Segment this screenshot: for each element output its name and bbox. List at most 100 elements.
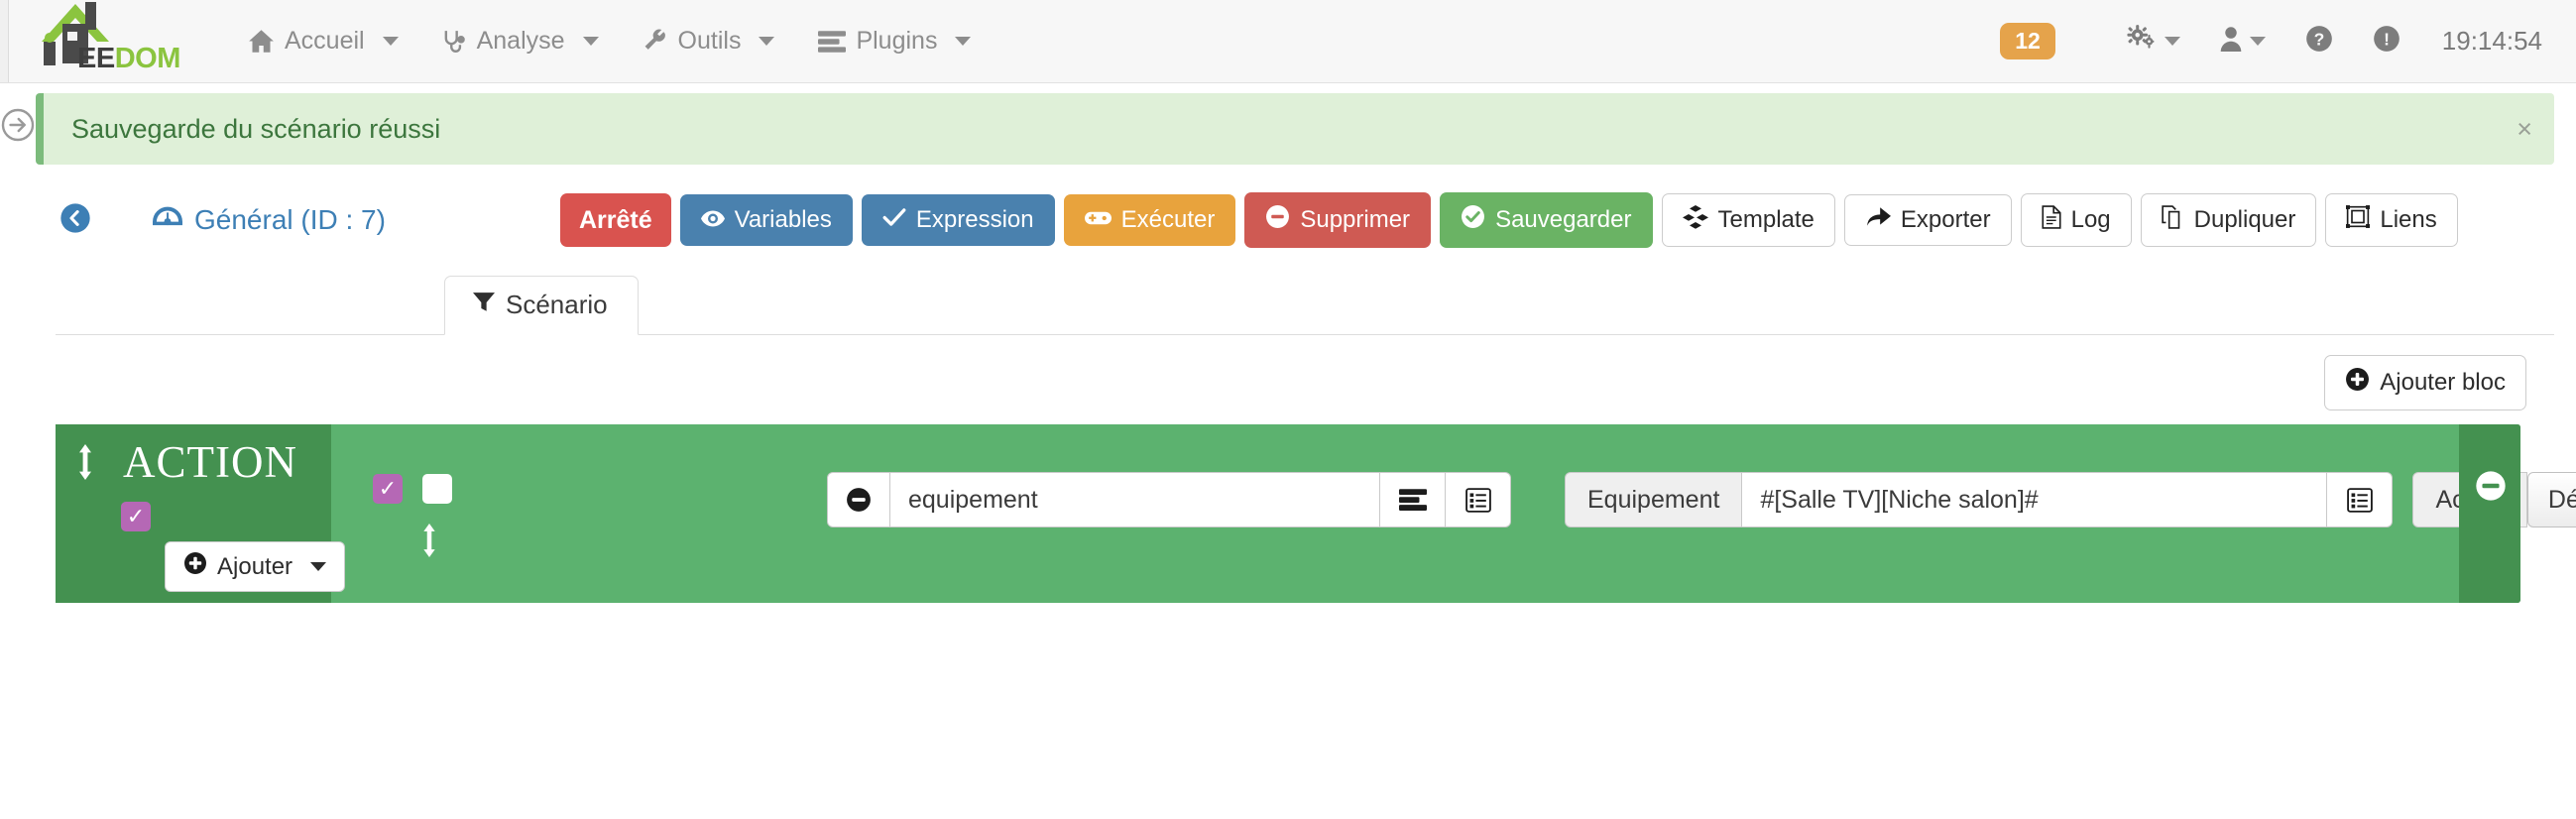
action-block-title: ACTION [123, 437, 297, 487]
add-block-row: Ajouter bloc [0, 335, 2576, 412]
expression-button[interactable]: Expression [861, 194, 1055, 246]
svg-text:?: ? [2313, 29, 2324, 49]
links-label: Liens [2380, 206, 2437, 234]
delete-button[interactable]: Supprimer [1244, 192, 1432, 248]
alert-region: Sauvegarde du scénario réussi × [0, 83, 2576, 173]
brand-wordmark: EEDOM [77, 43, 180, 75]
eye-icon [700, 206, 725, 234]
info-button[interactable]: ! [2353, 25, 2420, 58]
server-icon [818, 30, 847, 54]
action-block-enabled-checkbox[interactable]: ✓ [121, 502, 151, 531]
nav-label-outils: Outils [677, 27, 742, 55]
wrench-icon [643, 29, 668, 54]
left-edge-strip [0, 0, 9, 82]
scenario-state-badge[interactable]: Arrêté [559, 192, 671, 248]
log-button[interactable]: Log [2020, 192, 2132, 248]
clock-display: 19:14:54 [2441, 25, 2542, 56]
action-select-wrapper: Désactiver [2526, 472, 2576, 527]
action-name-input[interactable]: equipement [890, 472, 1380, 527]
equipement-input-group: Equipement #[Salle TV][Niche salon]# [1565, 472, 2394, 527]
user-icon [2220, 26, 2242, 57]
variables-button[interactable]: Variables [679, 194, 853, 246]
chevron-down-icon [2249, 36, 2266, 46]
gamepad-icon [1084, 206, 1112, 234]
nav-label-plugins: Plugins [856, 27, 938, 55]
nav-item-plugins[interactable]: Plugins [796, 17, 993, 65]
save-label: Sauvegarder [1495, 206, 1632, 234]
chevron-down-icon [310, 562, 327, 571]
action-row-enabled-checkbox[interactable]: ✓ [373, 474, 403, 504]
action-block-add-label: Ajouter [217, 552, 293, 580]
copy-icon [2161, 204, 2184, 236]
action-name-list-button[interactable] [1446, 472, 1511, 527]
scenario-blocks-area: ACTION ✓ Ajouter ✓ equipement Equipement… [56, 424, 2576, 603]
object-group-icon [2346, 205, 2371, 235]
scenario-toolbar: Général (ID : 7) Arrêté Variables Expres… [0, 173, 2576, 268]
close-icon[interactable]: × [2517, 114, 2554, 145]
action-row-secondary-checkbox[interactable] [422, 474, 452, 504]
action-block-body: ✓ equipement Equipement #[Salle TV][Nich… [331, 424, 2576, 603]
brand-dom: DOM [114, 42, 181, 74]
toolbar-buttons: Arrêté Variables Expression Exécuter Sup… [559, 192, 2458, 248]
action-select[interactable]: Désactiver [2526, 472, 2576, 527]
chevron-down-icon [955, 37, 972, 46]
nav-label-analyse: Analyse [476, 27, 565, 55]
action-row-checkboxes: ✓ [373, 474, 452, 504]
help-button[interactable]: ? [2285, 25, 2353, 58]
equipement-label: Equipement [1565, 472, 1743, 527]
vertical-drag-handle-icon[interactable] [75, 444, 95, 485]
check-icon [882, 206, 906, 234]
remove-action-icon[interactable] [827, 472, 890, 527]
gears-icon [2127, 25, 2157, 58]
remove-action-row-icon[interactable] [2475, 470, 2507, 507]
variables-label: Variables [734, 206, 832, 234]
cubes-icon [1682, 204, 1708, 236]
main-menu: Accueil Analyse Outils Plugins [226, 17, 993, 65]
user-menu[interactable] [2200, 26, 2285, 57]
tab-scenario-label: Scénario [506, 290, 608, 319]
brand-logo[interactable]: EEDOM [20, 0, 198, 83]
action-name-field: equipement [827, 472, 1511, 527]
nav-item-analyse[interactable]: Analyse [420, 17, 621, 65]
svg-text:!: ! [2384, 29, 2390, 49]
chevron-down-icon [382, 37, 399, 46]
action-block-add-button[interactable]: Ajouter [165, 541, 346, 592]
equipement-value-input[interactable]: #[Salle TV][Niche salon]# [1742, 472, 2328, 527]
action-parameters-row: Equipement #[Salle TV][Niche salon]# Act… [1565, 472, 2576, 527]
question-circle-icon: ? [2305, 25, 2333, 58]
log-label: Log [2070, 206, 2111, 234]
execute-button[interactable]: Exécuter [1063, 194, 1236, 246]
action-row-drag-handle-icon[interactable] [420, 524, 438, 562]
brand-ee: EE [77, 42, 115, 74]
duplicate-button[interactable]: Dupliquer [2140, 192, 2317, 248]
export-button[interactable]: Exporter [1843, 193, 2012, 247]
action-block: ACTION ✓ Ajouter ✓ equipement Equipement… [56, 424, 2576, 603]
top-navbar: EEDOM Accueil Analyse Outils Plugins 12 … [0, 0, 2576, 83]
links-button[interactable]: Liens [2325, 193, 2458, 247]
share-icon [1865, 206, 1891, 235]
tab-scenario[interactable]: Scénario [444, 276, 639, 335]
delete-label: Supprimer [1300, 206, 1411, 234]
add-block-label: Ajouter bloc [2380, 369, 2506, 397]
arrow-circle-right-icon[interactable] [0, 107, 36, 143]
template-button[interactable]: Template [1661, 192, 1835, 248]
chevron-down-icon [759, 37, 775, 46]
plus-circle-icon [183, 551, 207, 582]
arrow-circle-left-icon[interactable] [59, 202, 91, 239]
equipement-picker-button[interactable] [2327, 472, 2394, 527]
notification-count-badge[interactable]: 12 [2000, 22, 2055, 60]
nav-item-outils[interactable]: Outils [621, 17, 797, 65]
add-block-button[interactable]: Ajouter bloc [2324, 355, 2526, 410]
navbar-right-area: 12 ? ! 19:14:54 [2000, 22, 2576, 60]
nav-item-accueil[interactable]: Accueil [226, 17, 420, 65]
template-label: Template [1717, 206, 1815, 234]
save-button[interactable]: Sauvegarder [1440, 192, 1653, 248]
check-circle-icon [1461, 204, 1485, 236]
nav-label-accueil: Accueil [285, 27, 365, 55]
exclamation-circle-icon: ! [2373, 25, 2400, 58]
action-name-server-button[interactable] [1380, 472, 1446, 527]
stethoscope-icon [442, 29, 467, 55]
export-label: Exporter [1900, 206, 1991, 234]
filter-icon [473, 290, 495, 320]
gears-menu[interactable] [2107, 25, 2200, 58]
